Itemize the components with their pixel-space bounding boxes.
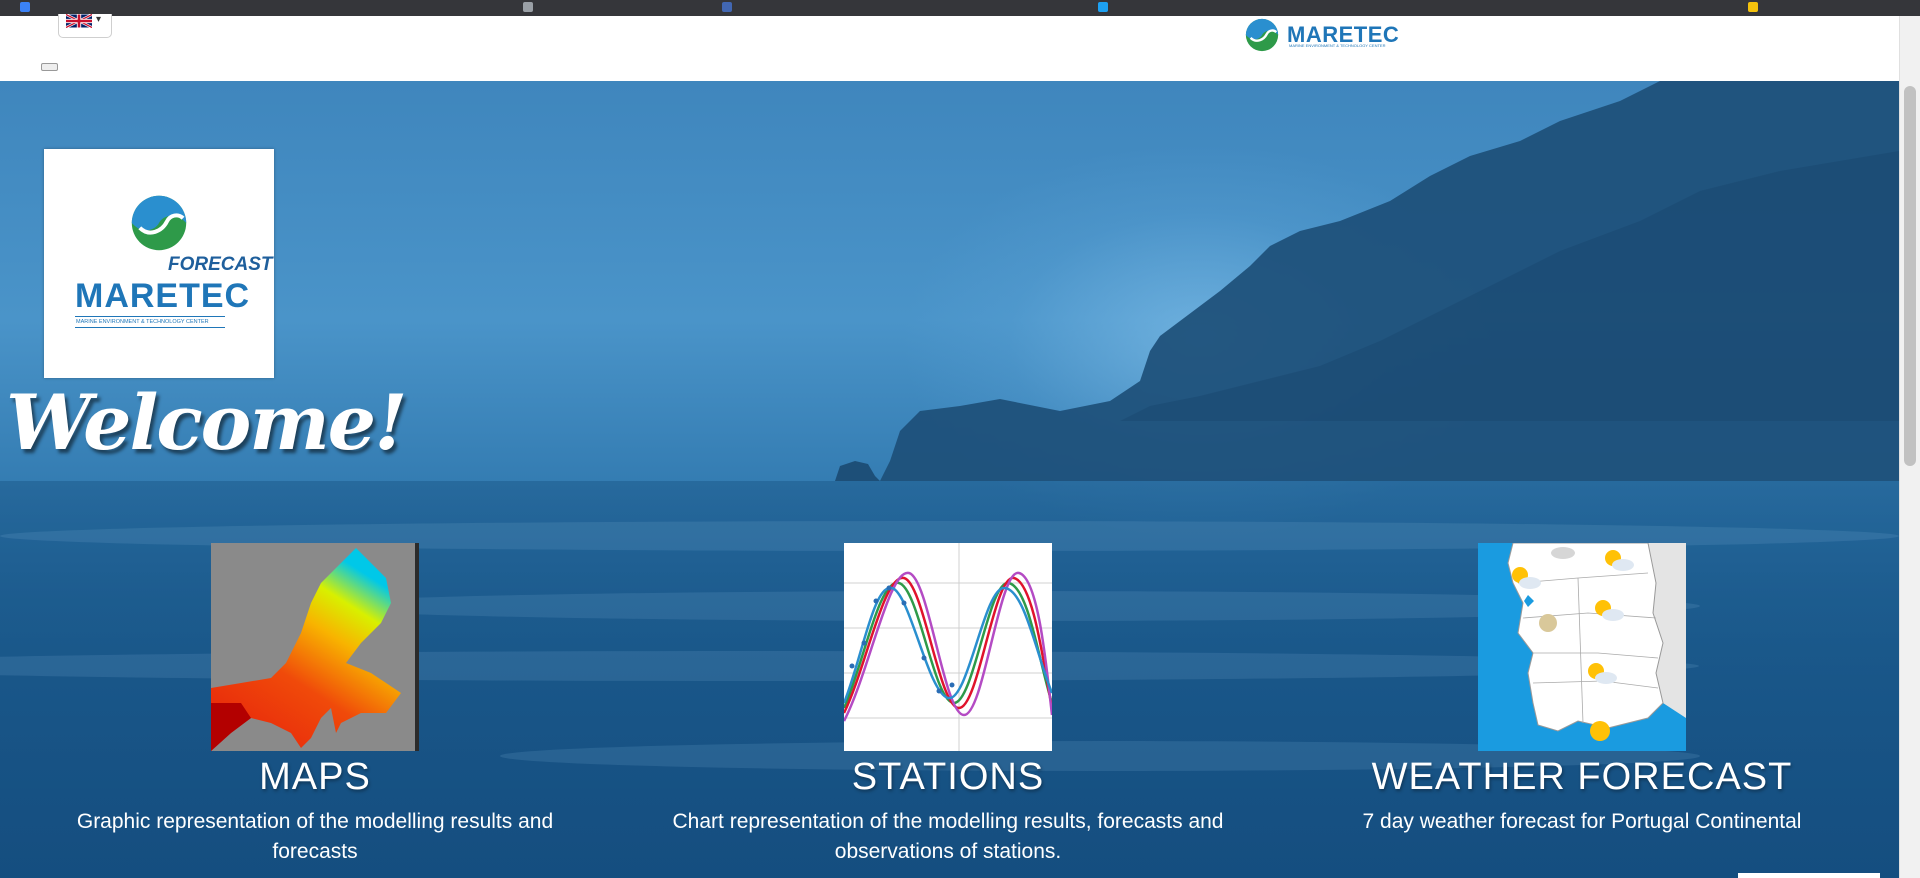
hero-section: FORECAST MARETEC MARINE ENVIRONMENT & TE…: [0, 81, 1899, 878]
divider: [75, 327, 225, 328]
feature-title[interactable]: STATIONS: [668, 755, 1228, 799]
welcome-heading: Welcome!: [6, 378, 407, 467]
page-scrollbar[interactable]: [1899, 16, 1920, 878]
browser-tab-strip: [0, 0, 1920, 16]
feature-description: Graphic representation of the modelling …: [76, 810, 554, 863]
header-logo[interactable]: MARETEC MARINE ENVIRONMENT & TECHNOLOGY …: [1243, 16, 1399, 54]
language-selector[interactable]: ▾: [58, 14, 112, 38]
chevron-down-icon: ▾: [96, 14, 102, 25]
tab-favicon-icon[interactable]: [1098, 2, 1108, 12]
header-logo-subtext: MARINE ENVIRONMENT & TECHNOLOGY CENTER: [1289, 43, 1386, 48]
feature-weather-forecast[interactable]: WEATHER FORECAST 7 day weather forecast …: [1302, 543, 1862, 837]
chart-thumbnail[interactable]: [844, 543, 1052, 751]
divider: [75, 316, 225, 317]
uk-flag-icon: [66, 14, 92, 28]
scrollbar-thumb[interactable]: [1904, 86, 1916, 466]
tab-favicon-icon[interactable]: [1748, 2, 1758, 12]
bottom-corner-element: [1738, 873, 1880, 878]
forecast-label: FORECAST: [168, 254, 273, 275]
feature-maps[interactable]: MAPS Graphic representation of the model…: [35, 543, 595, 867]
feature-stations[interactable]: STATIONS Chart representation of the mod…: [668, 543, 1228, 867]
top-navbar: ▾ MARETEC MARINE ENVIRONMENT & TECHNOLOG…: [0, 14, 1899, 81]
feature-description: 7 day weather forecast for Portugal Cont…: [1362, 810, 1802, 833]
sun-icon: [1590, 721, 1610, 741]
tab-favicon-icon[interactable]: [523, 2, 533, 12]
maretec-logo-icon: [1245, 18, 1279, 52]
weather-map-thumbnail-image: [1478, 543, 1686, 751]
weather-map-thumbnail[interactable]: [1478, 543, 1686, 751]
tab-favicon-icon[interactable]: [20, 2, 30, 12]
maretec-logo-icon: [131, 195, 187, 251]
feature-title[interactable]: MAPS: [35, 755, 595, 799]
map-thumbnail-image: [211, 543, 419, 751]
chart-thumbnail-image: [844, 543, 1052, 751]
maretec-subtitle: MARINE ENVIRONMENT & TECHNOLOGY CENTER: [76, 319, 209, 325]
menu-toggle-button[interactable]: [41, 63, 58, 71]
cloud-icon: [1551, 547, 1575, 559]
tab-favicon-icon[interactable]: [722, 2, 732, 12]
maretec-label: MARETEC: [75, 277, 251, 315]
fog-icon: [1539, 614, 1557, 632]
forecast-logo-card: FORECAST MARETEC MARINE ENVIRONMENT & TE…: [44, 149, 274, 378]
feature-title[interactable]: WEATHER FORECAST: [1302, 755, 1862, 799]
feature-description: Chart representation of the modelling re…: [672, 810, 1224, 863]
map-thumbnail[interactable]: [211, 543, 419, 751]
